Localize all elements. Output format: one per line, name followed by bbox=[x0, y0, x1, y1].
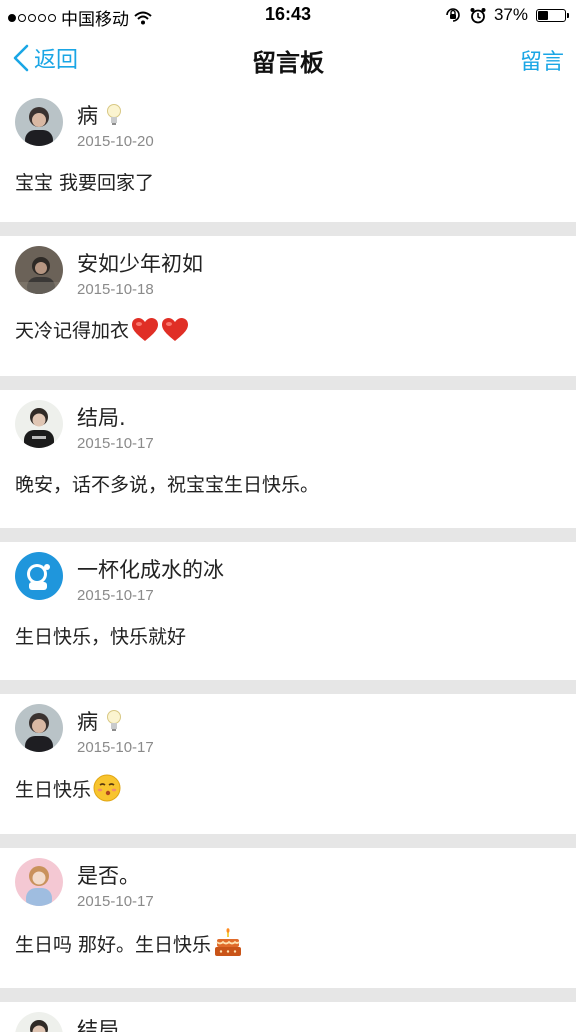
username-text: 病 bbox=[77, 100, 98, 130]
avatar[interactable] bbox=[15, 246, 63, 294]
avatar[interactable] bbox=[15, 1012, 63, 1032]
avatar[interactable] bbox=[15, 858, 63, 906]
avatar[interactable] bbox=[15, 400, 63, 448]
message-card[interactable]: 安如少年初如 2015-10-18 天冷记得加衣 bbox=[0, 236, 576, 376]
username[interactable]: 安如少年初如 bbox=[77, 248, 203, 278]
username[interactable]: 是否。 bbox=[77, 860, 140, 890]
rotation-lock-icon bbox=[444, 6, 462, 24]
username[interactable]: 结局. bbox=[77, 402, 126, 432]
username[interactable]: 结局. bbox=[77, 1014, 126, 1032]
page-title: 留言板 bbox=[0, 43, 576, 78]
avatar[interactable] bbox=[15, 98, 63, 146]
username-text: 病 bbox=[77, 706, 98, 736]
heart-icon bbox=[161, 317, 189, 343]
username-text: 一杯化成水的冰 bbox=[77, 554, 224, 584]
username-text: 安如少年初如 bbox=[77, 248, 203, 278]
message-date: 2015-10-17 bbox=[77, 435, 154, 452]
alarm-icon bbox=[470, 7, 486, 24]
username[interactable]: 病 bbox=[77, 100, 122, 130]
message-text: 生日快乐 bbox=[15, 774, 121, 802]
chevron-left-icon bbox=[12, 43, 30, 73]
message-text: 晚安，话不多说，祝宝宝生日快乐。 bbox=[15, 470, 319, 497]
username-text: 结局. bbox=[77, 402, 126, 432]
message-body: 生日快乐，快乐就好 bbox=[15, 622, 186, 649]
status-bar: 中国移动 16:43 37% bbox=[0, 0, 576, 30]
back-label: 返回 bbox=[34, 42, 78, 74]
message-card[interactable]: 是否。 2015-10-17 生日吗 那好。生日快乐 bbox=[0, 848, 576, 988]
username[interactable]: 病 bbox=[77, 706, 122, 736]
battery-icon bbox=[536, 9, 566, 22]
avatar[interactable] bbox=[15, 552, 63, 600]
message-card[interactable]: 病 2015-10-17 生日快乐 bbox=[0, 694, 576, 834]
message-date: 2015-10-17 bbox=[77, 587, 154, 604]
message-body: 晚安，话不多说，祝宝宝生日快乐。 bbox=[15, 470, 319, 497]
heart-icon bbox=[131, 317, 159, 343]
message-date: 2015-10-20 bbox=[77, 133, 154, 150]
message-body: 宝宝 我要回家了 bbox=[15, 168, 154, 195]
message-card[interactable]: 结局. 2015-10-17 晚安，话不多说，祝宝宝生日快乐。 bbox=[0, 390, 576, 528]
lightbulb-icon bbox=[106, 709, 122, 733]
message-date: 2015-10-18 bbox=[77, 281, 154, 298]
message-date: 2015-10-17 bbox=[77, 739, 154, 756]
birthday-cake-icon bbox=[213, 928, 243, 958]
message-text: 生日快乐，快乐就好 bbox=[15, 622, 186, 649]
nav-bar: 返回 留言板 留言 bbox=[0, 30, 576, 88]
message-body: 天冷记得加衣 bbox=[15, 316, 129, 343]
kissing-face-icon bbox=[93, 774, 121, 802]
username-text: 结局. bbox=[77, 1014, 126, 1032]
message-body: 生日吗 那好。生日快乐 bbox=[15, 930, 211, 957]
message-text: 天冷记得加衣 bbox=[15, 316, 189, 343]
message-body: 生日快乐 bbox=[15, 775, 91, 802]
message-text: 宝宝 我要回家了 bbox=[15, 168, 154, 195]
avatar[interactable] bbox=[15, 704, 63, 752]
status-right: 37% bbox=[444, 5, 566, 25]
message-card[interactable]: 病 2015-10-20 宝宝 我要回家了 bbox=[0, 88, 576, 222]
username[interactable]: 一杯化成水的冰 bbox=[77, 554, 224, 584]
lightbulb-icon bbox=[106, 103, 122, 127]
message-text: 生日吗 那好。生日快乐 bbox=[15, 928, 243, 958]
post-message-button[interactable]: 留言 bbox=[520, 44, 564, 76]
message-card[interactable]: 一杯化成水的冰 2015-10-17 生日快乐，快乐就好 bbox=[0, 542, 576, 680]
username-text: 是否。 bbox=[77, 860, 140, 890]
battery-percent: 37% bbox=[494, 5, 528, 25]
message-card[interactable]: 结局. bbox=[0, 1002, 576, 1032]
message-date: 2015-10-17 bbox=[77, 893, 154, 910]
back-button[interactable]: 返回 bbox=[12, 42, 78, 74]
